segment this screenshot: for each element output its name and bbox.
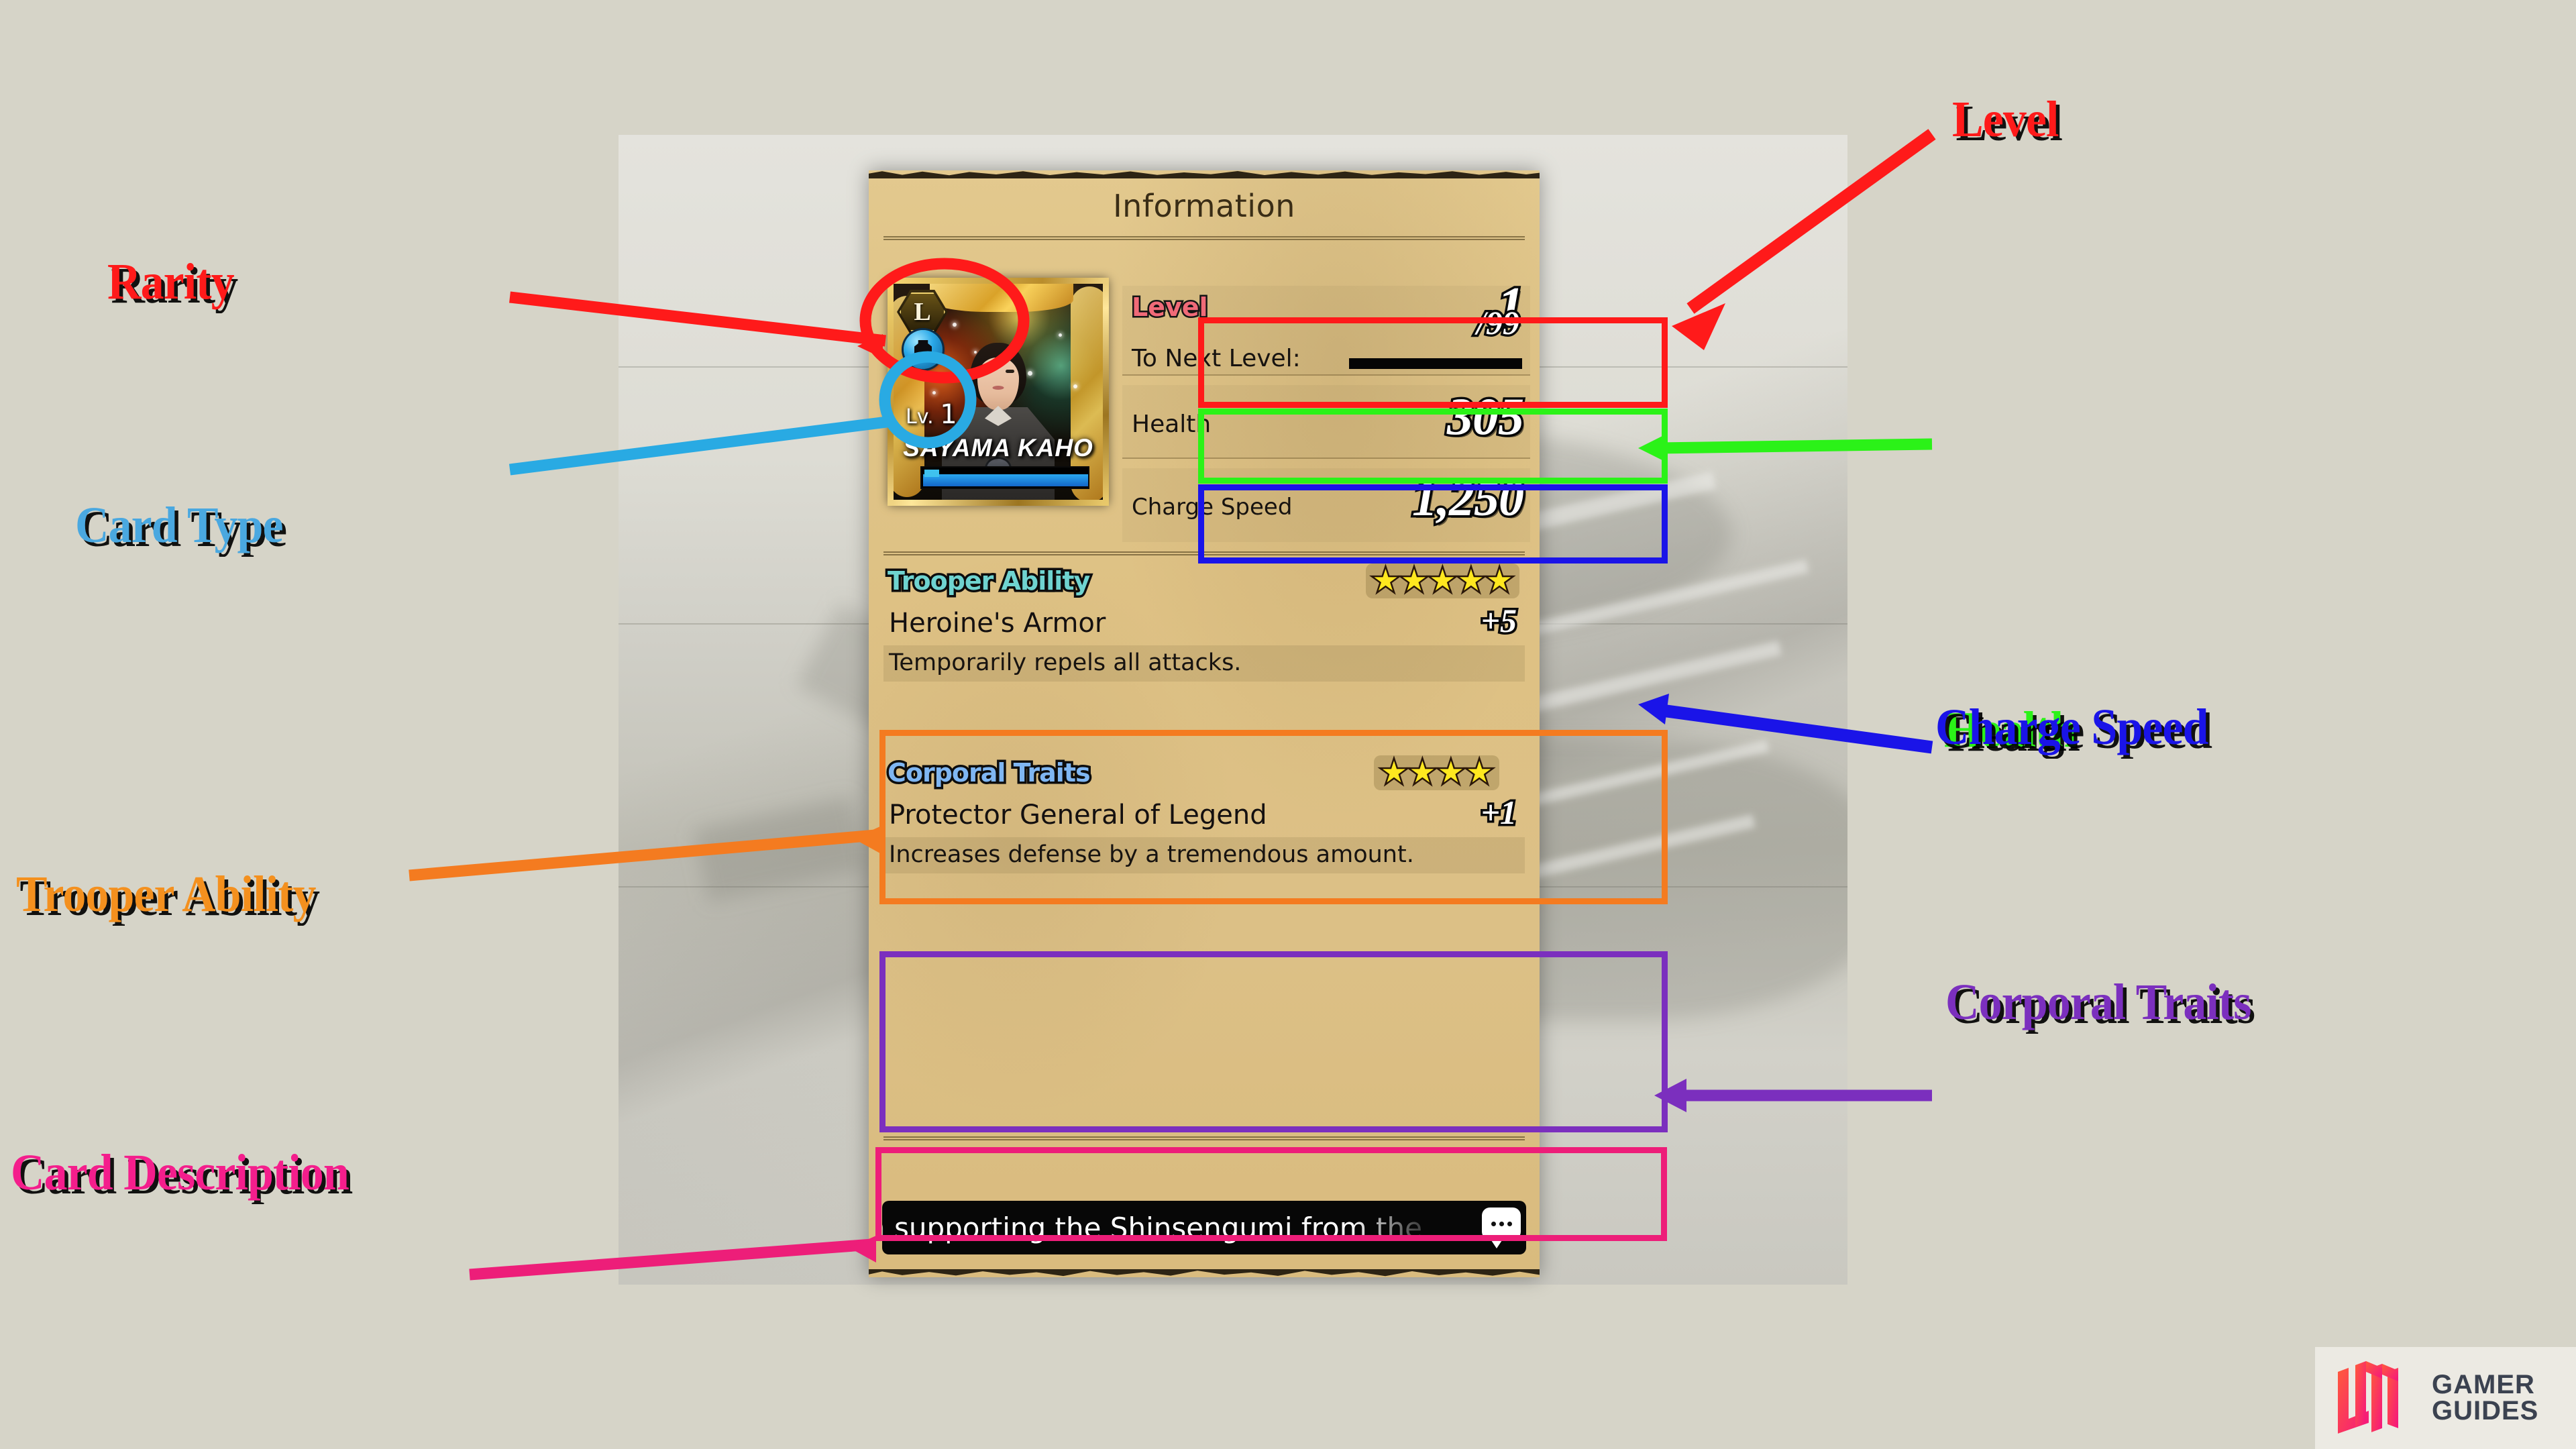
description-divider	[883, 1136, 1525, 1141]
corporal-traits-heading: Corporal Traits	[885, 756, 1093, 790]
corporal-traits-name: Protector General of Legend	[889, 800, 1267, 830]
star-icon: ★	[1464, 756, 1495, 789]
portrait-eye-left	[982, 370, 991, 373]
level-max: /99	[1474, 302, 1522, 344]
card-description-ticker[interactable]: n supporting the Shinsengumi from the	[882, 1201, 1526, 1254]
to-next-level-label: To Next Level:	[1132, 345, 1301, 372]
annotation-label-trooper-ability: Trooper Ability	[16, 866, 316, 922]
trooper-ability-bonus: +5	[1479, 600, 1519, 642]
portrait-eye-right	[1006, 370, 1014, 373]
trooper-ability-heading: Trooper Ability	[885, 564, 1092, 598]
character-name: SAYAMA KAHO	[903, 434, 1093, 462]
card-type-badge	[904, 330, 943, 369]
armor-vest-icon	[914, 340, 932, 359]
annotation-label-level: Level	[1952, 91, 2059, 148]
annotation-label-corporal-traits: Corporal Traits	[1945, 974, 2251, 1030]
level-label: Level	[1130, 291, 1210, 324]
star-icon: ★	[1371, 564, 1401, 597]
experience-bar	[920, 466, 1089, 489]
health-value: 305	[1445, 385, 1527, 448]
watermark-line-2: GUIDES	[2432, 1396, 2539, 1426]
panel-title: Information	[1113, 188, 1295, 224]
watermark-line-1: GAMER	[2432, 1369, 2535, 1399]
speech-bubble-icon[interactable]	[1482, 1208, 1521, 1248]
stats-divider	[883, 551, 1525, 556]
health-label: Health	[1132, 411, 1212, 438]
health-stat-row: Health 305	[1122, 385, 1530, 459]
sparkle	[932, 391, 936, 394]
sparkle	[1073, 384, 1077, 388]
trooper-ability-description: Temporarily repels all attacks.	[889, 649, 1242, 676]
experience-bar-tick	[924, 470, 939, 477]
bubble-dot	[1491, 1221, 1496, 1226]
star-icon: ★	[1407, 756, 1438, 789]
sparkle	[953, 323, 957, 327]
annotation-label-card-type: Card Type	[75, 497, 284, 553]
star-icon: ★	[1399, 564, 1430, 597]
charge-speed-stat-row: Charge Speed 1,250	[1122, 468, 1530, 542]
title-divider	[883, 236, 1525, 241]
charge-speed-value: 1,250	[1410, 468, 1527, 529]
annotation-label-charge-speed: Charge Speed	[1935, 699, 2208, 755]
sparkle	[1059, 333, 1062, 337]
level-stat-row: Level 1 /99 To Next Level:	[1122, 275, 1530, 376]
corporal-traits-block: Corporal Traits ★ ★ ★ ★ Protector Genera…	[881, 755, 1527, 916]
star-icon: ★	[1436, 756, 1466, 789]
rarity-letter: L	[914, 298, 931, 326]
trooper-ability-name: Heroine's Armor	[889, 608, 1106, 639]
annotation-label-rarity: Rarity	[107, 254, 235, 310]
to-next-level-bar	[1349, 358, 1522, 369]
card-level-prefix: Lv.	[906, 405, 934, 429]
gamer-guides-watermark: GAMER GUIDES	[2315, 1347, 2576, 1449]
charge-speed-label: Charge Speed	[1132, 494, 1293, 521]
trooper-ability-stars: ★ ★ ★ ★ ★	[1365, 564, 1519, 598]
trooper-ability-block: Trooper Ability ★ ★ ★ ★ ★ Heroine's Armo…	[881, 564, 1527, 724]
card-description-text: n supporting the Shinsengumi from the	[882, 1211, 1422, 1244]
corporal-traits-bonus: +1	[1479, 792, 1519, 834]
gold-scroll-top	[930, 284, 1073, 312]
star-icon: ★	[1456, 564, 1487, 597]
portrait-lips	[992, 386, 1004, 390]
level-max-number: 99	[1484, 302, 1522, 344]
portrait-face	[977, 358, 1019, 410]
annotation-label-card-description: Card Description	[11, 1144, 350, 1201]
card-level-text: Lv. 1	[906, 399, 957, 430]
bubble-dot	[1499, 1221, 1504, 1226]
corporal-traits-stars: ★ ★ ★ ★	[1374, 755, 1499, 790]
bubble-dot	[1507, 1221, 1512, 1226]
information-card: Information Lv. 1 SAYAMA KAHO L Level 1 …	[869, 170, 1540, 1277]
level-separator: /	[1474, 302, 1489, 344]
star-icon: ★	[1379, 756, 1409, 789]
card-level-number: 1	[940, 399, 957, 430]
star-icon: ★	[1428, 564, 1458, 597]
gamer-guides-wordmark: GAMER GUIDES	[2432, 1369, 2539, 1426]
gamer-guides-logo-icon	[2338, 1361, 2398, 1434]
corporal-traits-description: Increases defense by a tremendous amount…	[889, 841, 1414, 868]
experience-bar-fill	[923, 474, 1088, 486]
star-icon: ★	[1485, 564, 1515, 597]
